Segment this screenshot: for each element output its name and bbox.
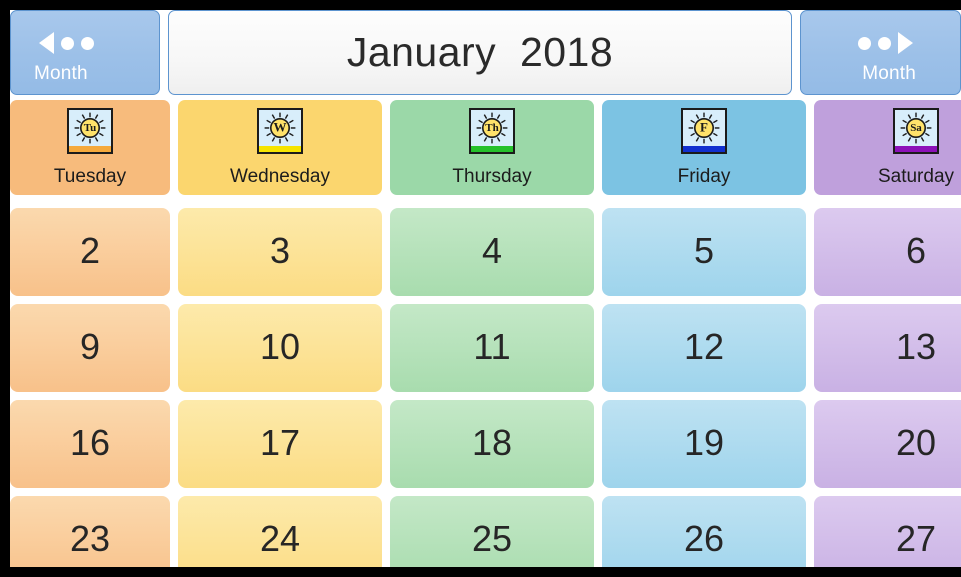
date-number: 5 [693,230,715,272]
date-grid: 2 3 4 5 6 9 10 11 12 13 16 17 18 19 20 23 24 25 26 27 [10,198,961,567]
previous-month-label: Month [34,63,88,84]
date-cell[interactable]: 11 [390,304,594,392]
date-cell[interactable]: 9 [10,304,170,392]
day-of-week-label: Thursday [452,166,532,187]
date-number: 4 [481,230,503,272]
date-number: 6 [905,230,927,272]
date-cell[interactable]: 23 [10,496,170,567]
page-title: January 2018 [346,29,614,75]
dot-icon [81,36,94,50]
day-of-week-label: Friday [677,166,731,187]
date-number: 9 [79,326,101,368]
previous-month-button[interactable]: Month [10,10,160,95]
sun-day-thursday-icon: Th [469,108,515,154]
date-number: 27 [895,518,937,560]
date-number: 23 [69,518,111,560]
day-of-week-label: Tuesday [53,166,127,187]
date-cell[interactable]: 3 [178,208,382,296]
triangle-right-icon [898,32,913,54]
day-of-week-header-wednesday[interactable]: W Wednesday [178,100,382,195]
svg-text:W: W [274,119,287,134]
sun-glyph: F [683,110,725,146]
date-number: 3 [269,230,291,272]
day-of-week-header-saturday[interactable]: Sa Saturday [814,100,961,195]
date-cell[interactable]: 24 [178,496,382,567]
day-of-week-header-row: Tu Tuesday W Wednesday Th Thursday F Friday Sa Sa… [10,100,961,195]
date-number: 20 [895,422,937,464]
date-cell[interactable]: 18 [390,400,594,488]
day-of-week-header-tuesday[interactable]: Tu Tuesday [10,100,170,195]
svg-text:F: F [700,119,708,134]
date-number: 26 [683,518,725,560]
day-of-week-label: Wednesday [230,166,330,187]
date-number: 16 [69,422,111,464]
sun-glyph: Tu [69,110,111,146]
icon-base-bar [683,146,725,152]
date-cell[interactable]: 25 [390,496,594,567]
icon-base-bar [471,146,513,152]
sun-day-wednesday-icon: W [257,108,303,154]
date-cell[interactable]: 16 [10,400,170,488]
date-cell[interactable]: 26 [602,496,806,567]
sun-glyph: Sa [895,110,937,146]
day-of-week-header-thursday[interactable]: Th Thursday [390,100,594,195]
date-cell[interactable]: 20 [814,400,961,488]
next-month-arrow-icon [858,32,913,54]
day-of-week-header-friday[interactable]: F Friday [602,100,806,195]
date-number: 17 [259,422,301,464]
date-cell[interactable]: 17 [178,400,382,488]
svg-text:Sa: Sa [910,122,922,134]
date-number: 2 [79,230,101,272]
calendar-toolbar: Month January 2018 Month [10,10,961,95]
date-cell[interactable]: 27 [814,496,961,567]
dot-icon [878,36,891,50]
sun-day-saturday-icon: Sa [893,108,939,154]
sun-day-tuesday-icon: Tu [67,108,113,154]
date-cell[interactable]: 10 [178,304,382,392]
date-cell[interactable]: 19 [602,400,806,488]
month-title-bar[interactable]: January 2018 [168,10,792,95]
date-number: 12 [683,326,725,368]
day-of-week-label: Saturday [877,166,955,187]
triangle-left-icon [39,32,54,54]
date-cell[interactable]: 13 [814,304,961,392]
calendar-page: Month January 2018 Month Tu Tuesday W Wedne… [10,10,961,567]
date-number: 13 [895,326,937,368]
date-cell[interactable]: 6 [814,208,961,296]
next-month-label: Month [862,63,916,84]
date-cell[interactable]: 4 [390,208,594,296]
svg-text:Tu: Tu [84,122,96,134]
date-number: 11 [473,326,511,368]
next-month-button[interactable]: Month [800,10,961,95]
date-cell[interactable]: 2 [10,208,170,296]
date-number: 10 [259,326,301,368]
date-cell[interactable]: 12 [602,304,806,392]
sun-glyph: Th [471,110,513,146]
sun-glyph: W [259,110,301,146]
icon-base-bar [259,146,301,152]
date-cell[interactable]: 5 [602,208,806,296]
icon-base-bar [69,146,111,152]
date-number: 24 [259,518,301,560]
svg-text:Th: Th [485,122,498,134]
dot-icon [858,36,871,50]
date-number: 18 [471,422,513,464]
date-number: 19 [683,422,725,464]
previous-month-arrow-icon [39,32,94,54]
sun-day-friday-icon: F [681,108,727,154]
calendar-app: Month January 2018 Month Tu Tuesday W Wedne… [0,0,961,577]
dot-icon [61,36,74,50]
date-number: 25 [471,518,513,560]
icon-base-bar [895,146,937,152]
